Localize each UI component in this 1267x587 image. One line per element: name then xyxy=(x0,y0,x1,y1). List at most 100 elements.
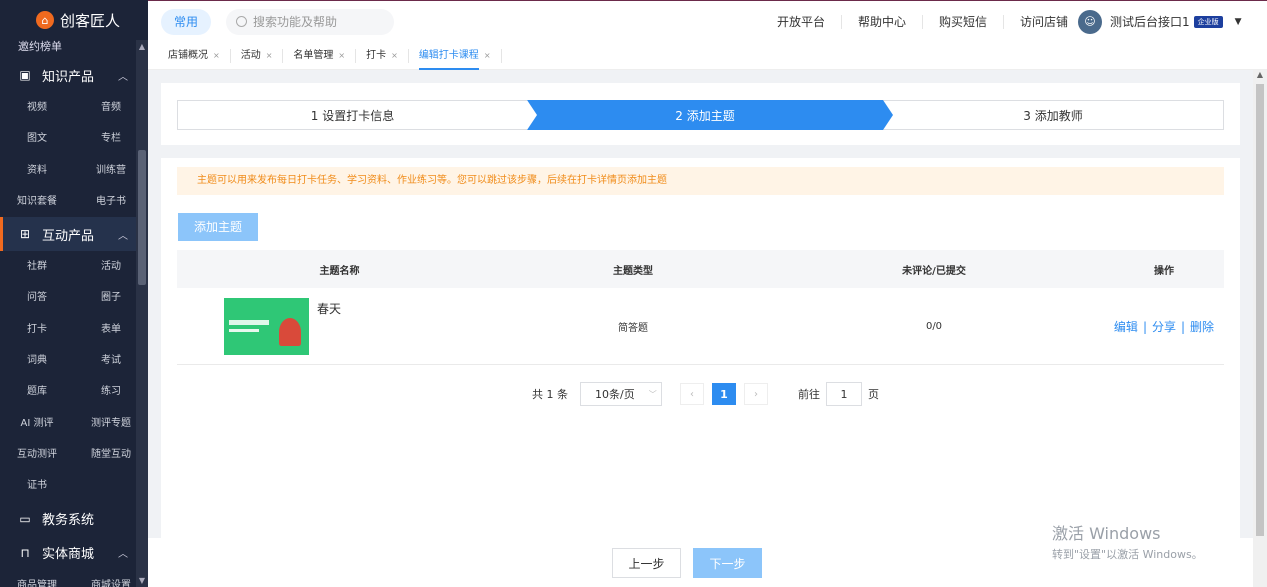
topic-table: 主题名称 主题类型 未评论/已提交 操作 春天 简答题 0/0 编辑 | 分享 | 删除 xyxy=(177,250,1224,365)
common-button[interactable]: 常用 xyxy=(161,8,211,35)
header-topic-name: 主题名称 xyxy=(319,265,360,277)
page-number-current[interactable]: 1 xyxy=(712,383,736,405)
step-3: 3 添加教师 xyxy=(883,100,1224,130)
page-size-select[interactable]: 10条/页 ﹀ xyxy=(580,382,662,406)
topic-thumbnail xyxy=(224,297,309,355)
scroll-down-icon[interactable]: ▼ xyxy=(136,576,148,585)
sidebar-group-interactive[interactable]: ⊞ 互动产品 ︿ xyxy=(0,217,148,252)
avatar: ☺ xyxy=(1078,9,1102,34)
sidebar-group-label: 互动产品 xyxy=(42,228,95,244)
next-page-button[interactable]: › xyxy=(744,383,768,405)
page-unit: 页 xyxy=(868,388,879,401)
sidebar-scrollbar[interactable]: ▲ ▼ xyxy=(136,40,148,587)
topic-card: 主题可以用来发布每日打卡任务、学习资料、作业练习等。您可以跳过该步骤，后续在打卡… xyxy=(161,158,1240,538)
link-help-center[interactable]: 帮助中心 xyxy=(841,14,922,29)
grid-icon: ⊞ xyxy=(19,227,31,242)
sidebar-knowledge-items: 视频 音频 图文 专栏 资料 训练营 知识套餐 电子书 xyxy=(0,92,148,217)
share-link[interactable]: 分享 xyxy=(1152,320,1176,334)
sidebar-item[interactable]: 商品管理 xyxy=(0,570,74,587)
sidebar-group-label: 知识产品 xyxy=(42,69,95,85)
link-buy-sms[interactable]: 购买短信 xyxy=(922,14,1003,29)
tab-list-management[interactable]: 名单管理 × xyxy=(283,48,357,63)
steps-card: 1 设置打卡信息 2 添加主题 3 添加教师 xyxy=(161,83,1240,145)
sidebar-mall-items: 商品管理 商城设置 xyxy=(0,570,148,587)
step-2-active: 2 添加主题 xyxy=(527,100,893,130)
tab-store-overview[interactable]: 店铺概况 × xyxy=(168,48,231,63)
tab-label: 编辑打卡课程 xyxy=(418,49,479,61)
sidebar-group-academic[interactable]: ▭ 教务系统 xyxy=(0,502,148,536)
scrollbar-thumb[interactable] xyxy=(1256,84,1264,536)
sidebar-item[interactable]: AI 测评 xyxy=(0,408,74,439)
step-1: 1 设置打卡信息 xyxy=(177,100,527,130)
caret-down-icon[interactable]: ▼ xyxy=(1235,17,1242,27)
sidebar-interactive-items: 社群 活动 问答 圈子 打卡 表单 词典 考试 题库 练习 AI 测评 测评专题… xyxy=(0,251,148,501)
tab-edit-checkin-course[interactable]: 编辑打卡课程 × xyxy=(409,48,502,70)
search-icon xyxy=(236,16,247,27)
close-icon[interactable]: × xyxy=(213,51,220,60)
next-step-button[interactable]: 下一步 xyxy=(693,548,762,578)
tab-activity[interactable]: 活动 × xyxy=(231,48,284,63)
sidebar-item[interactable]: 知识套餐 xyxy=(0,186,74,217)
goto-label: 前往 xyxy=(798,388,820,401)
tab-label: 店铺概况 xyxy=(168,49,208,61)
topic-name: 春天 xyxy=(317,301,342,316)
close-icon[interactable]: × xyxy=(484,51,491,60)
windows-activation-watermark: 激活 Windows 转到"设置"以激活 Windows。 xyxy=(1052,520,1203,562)
tab-bar: 店铺概况 × 活动 × 名单管理 × 打卡 × 编辑打卡课程 × xyxy=(148,42,1267,70)
top-links: 开放平台 帮助中心 购买短信 访问店铺 xyxy=(761,14,1084,29)
close-icon[interactable]: × xyxy=(391,51,398,60)
user-menu[interactable]: ☺ 测试后台接口1 企业版 ▼ xyxy=(1078,9,1242,34)
header-counts: 未评论/已提交 xyxy=(902,265,966,277)
sidebar-item[interactable]: 题库 xyxy=(0,376,74,407)
sidebar-item[interactable]: 打卡 xyxy=(0,314,74,345)
sidebar-item[interactable]: 问答 xyxy=(0,282,74,313)
tab-checkin[interactable]: 打卡 × xyxy=(356,48,409,63)
link-visit-store[interactable]: 访问店铺 xyxy=(1003,14,1084,29)
sidebar-item-invite-rank[interactable]: 邀约榜单 xyxy=(0,40,148,58)
add-topic-button[interactable]: 添加主题 xyxy=(178,213,258,241)
top-bar: 常用 搜索功能及帮助 开放平台 帮助中心 购买短信 访问店铺 ☺ 测试后台接口1… xyxy=(148,0,1267,42)
sidebar-item[interactable]: 证书 xyxy=(0,470,74,501)
watermark-line-1: 激活 Windows xyxy=(1052,524,1161,543)
chevron-down-icon: ﹀ xyxy=(648,389,657,399)
sidebar-item[interactable]: 社群 xyxy=(0,251,74,282)
chevron-up-icon: ︿ xyxy=(118,230,128,242)
search-placeholder: 搜索功能及帮助 xyxy=(253,15,338,29)
edit-link[interactable]: 编辑 xyxy=(1114,320,1138,334)
header-topic-type: 主题类型 xyxy=(613,265,653,277)
topic-type: 简答题 xyxy=(618,322,648,334)
search-input[interactable]: 搜索功能及帮助 xyxy=(226,8,394,35)
close-icon[interactable]: × xyxy=(266,51,273,60)
scroll-up-icon[interactable]: ▲ xyxy=(136,42,148,51)
table-header: 主题名称 主题类型 未评论/已提交 操作 xyxy=(177,250,1224,288)
topic-actions: 编辑 | 分享 | 删除 xyxy=(1113,319,1215,334)
close-icon[interactable]: × xyxy=(338,51,345,60)
total-count: 共 1 条 xyxy=(532,388,568,401)
sidebar-item[interactable]: 词典 xyxy=(0,345,74,376)
sidebar-group-knowledge[interactable]: ▣ 知识产品 ︿ xyxy=(0,58,148,92)
page-scrollbar[interactable]: ▲ xyxy=(1253,70,1267,587)
link-open-platform[interactable]: 开放平台 xyxy=(761,15,841,29)
sidebar-group-mall[interactable]: ⊓ 实体商城 ︿ xyxy=(0,536,148,570)
user-name: 测试后台接口1 xyxy=(1110,15,1190,29)
sidebar: ⌂ 创客匠人 邀约榜单 ▣ 知识产品 ︿ 视频 音频 图文 专栏 资料 训练营 … xyxy=(0,0,148,587)
book-icon: ▣ xyxy=(19,68,31,82)
step-indicator: 1 设置打卡信息 2 添加主题 3 添加教师 xyxy=(177,100,1224,130)
logo-text: 创客匠人 xyxy=(60,11,121,30)
scrollbar-thumb[interactable] xyxy=(138,150,146,285)
sidebar-item[interactable]: 互动测评 xyxy=(0,439,74,470)
logo[interactable]: ⌂ 创客匠人 xyxy=(0,0,148,40)
delete-link[interactable]: 删除 xyxy=(1190,320,1214,334)
prev-step-button[interactable]: 上一步 xyxy=(612,548,681,578)
tab-label: 打卡 xyxy=(366,49,387,61)
chevron-up-icon: ︿ xyxy=(118,71,128,83)
sidebar-item[interactable]: 视频 xyxy=(0,92,74,123)
scroll-up-icon[interactable]: ▲ xyxy=(1253,70,1267,79)
sidebar-item[interactable]: 图文 xyxy=(0,123,74,154)
school-icon: ▭ xyxy=(19,511,31,526)
topic-name-cell: 春天 xyxy=(177,297,502,355)
sidebar-item[interactable]: 资料 xyxy=(0,155,74,186)
watermark-line-2: 转到"设置"以激活 Windows。 xyxy=(1052,548,1203,561)
goto-page-input[interactable]: 1 xyxy=(826,382,862,406)
prev-page-button[interactable]: ‹ xyxy=(680,383,704,405)
